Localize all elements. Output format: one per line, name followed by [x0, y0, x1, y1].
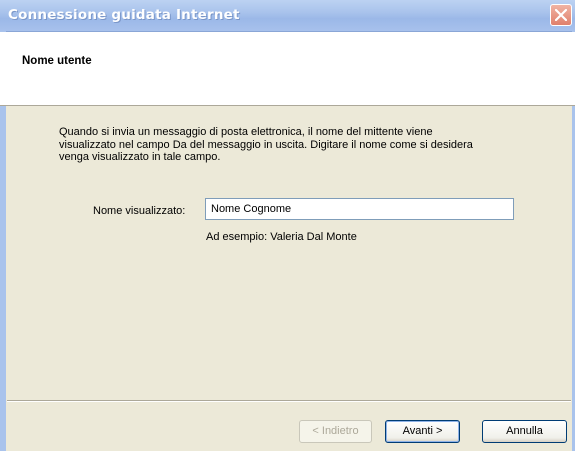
example-text: Ad esempio: Valeria Dal Monte [206, 231, 357, 243]
description-text: Quando si invia un messaggio di posta el… [59, 126, 529, 164]
wizard-header: Nome utente [0, 32, 575, 106]
display-name-input[interactable] [205, 198, 514, 220]
title-bar[interactable]: Connessione guidata Internet [0, 0, 575, 32]
close-icon [555, 9, 567, 21]
page-title: Nome utente [22, 55, 92, 67]
window-title: Connessione guidata Internet [8, 7, 240, 23]
wizard-window: Connessione guidata Internet Nome utente… [0, 0, 575, 451]
description-line: Quando si invia un messaggio di posta el… [59, 126, 433, 138]
close-button[interactable] [550, 4, 572, 26]
description-line: venga visualizzato in tale campo. [59, 151, 221, 163]
separator [7, 400, 571, 402]
back-button[interactable]: < Indietro [299, 420, 372, 443]
cancel-button[interactable]: Annulla [482, 420, 567, 443]
description-line: visualizzato nel campo Da del messaggio … [59, 138, 473, 151]
next-button[interactable]: Avanti > [385, 420, 460, 443]
display-name-label: Nome visualizzato: [93, 205, 186, 217]
